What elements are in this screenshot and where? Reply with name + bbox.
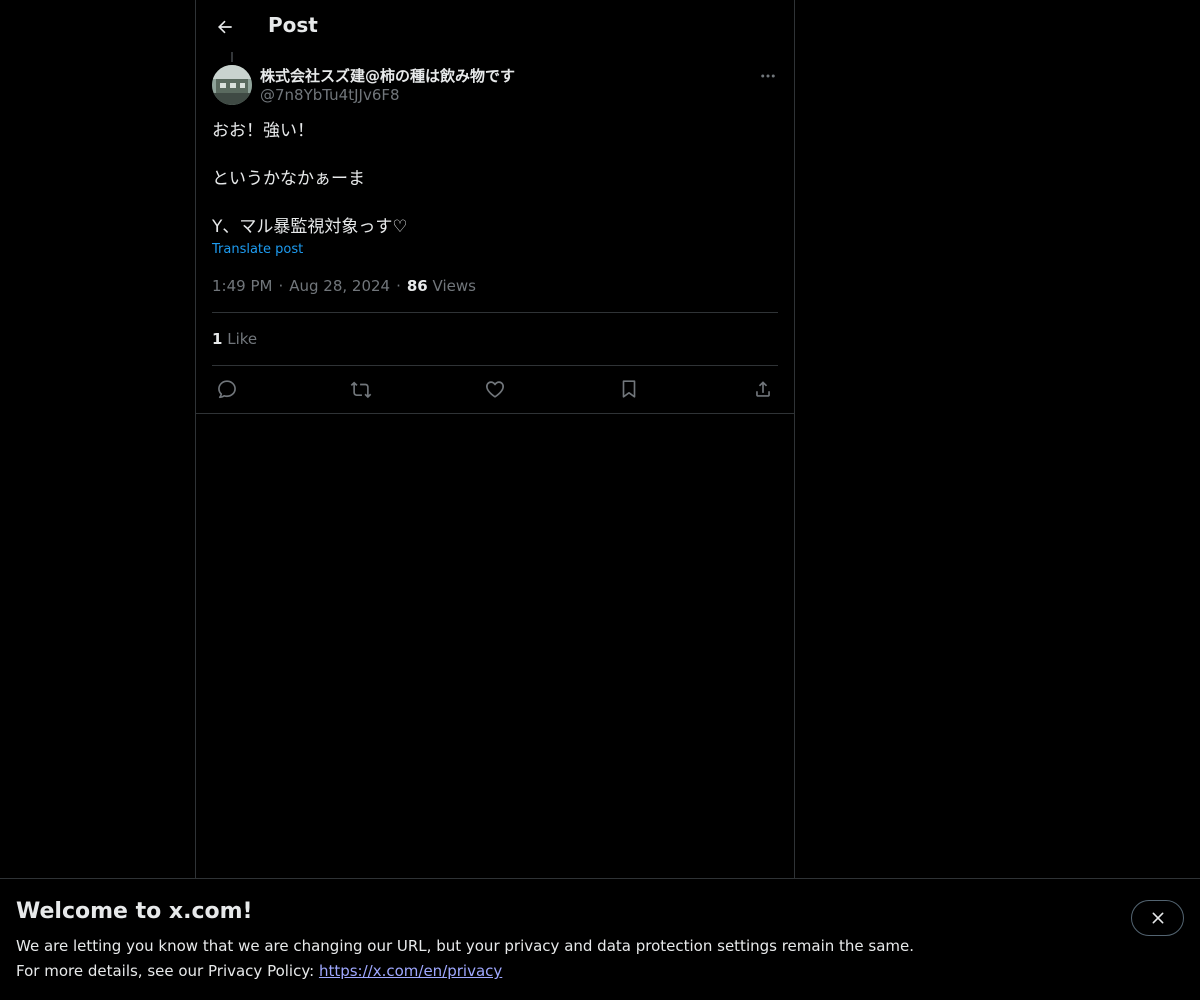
more-horizontal-icon xyxy=(761,74,775,78)
repost-button[interactable] xyxy=(346,374,376,404)
post-text-line: Y、マル暴監視対象っす♡ xyxy=(212,217,408,237)
share-icon xyxy=(756,381,770,397)
reply-button[interactable] xyxy=(212,374,242,404)
action-bar xyxy=(212,374,778,404)
author-handle[interactable]: @7n8YbTu4tJJv6F8 xyxy=(260,86,400,104)
post-text: おお！強い！ というかなかぁーま Y、マル暴監視対象っす♡ xyxy=(212,119,778,239)
separator-dot: · xyxy=(396,277,401,295)
welcome-banner: Welcome to x.com! We are letting you kno… xyxy=(0,878,1200,1000)
likes-label: Like xyxy=(227,330,258,348)
banner-privacy-prefix: For more details, see our Privacy Policy… xyxy=(16,962,319,980)
views-count: 86 xyxy=(406,277,428,295)
divider xyxy=(212,312,778,313)
post-text-line: おお！強い！ xyxy=(212,121,314,141)
views-label: Views xyxy=(432,277,476,295)
repost-icon xyxy=(350,381,372,399)
banner-message: We are letting you know that we are chan… xyxy=(16,937,915,955)
author-display-name[interactable]: 株式会社スズ建@柿の種は飲み物です xyxy=(260,65,515,86)
banner-privacy-line: For more details, see our Privacy Policy… xyxy=(16,962,502,980)
main-column: Post 株式会社スズ建@柿の種は飲み物です @7n8YbTu4tJJv6F8 … xyxy=(195,0,795,1000)
post-bottom-border xyxy=(196,413,794,414)
like-icon xyxy=(486,381,504,398)
divider xyxy=(212,365,778,366)
bookmark-button[interactable] xyxy=(614,374,644,404)
banner-close-button[interactable] xyxy=(1131,900,1184,936)
more-options-button[interactable] xyxy=(754,62,782,90)
banner-title: Welcome to x.com! xyxy=(16,899,253,924)
close-icon xyxy=(1152,912,1163,924)
bookmark-icon xyxy=(622,380,636,398)
thread-connector-line xyxy=(231,52,233,62)
arrow-left-icon xyxy=(218,20,232,34)
post-date[interactable]: Aug 28, 2024 xyxy=(289,277,390,295)
separator-dot: · xyxy=(278,277,284,295)
back-button[interactable] xyxy=(208,10,242,44)
page-title: Post xyxy=(268,13,318,37)
privacy-policy-link[interactable]: https://x.com/en/privacy xyxy=(319,962,502,980)
like-button[interactable] xyxy=(480,374,510,404)
post-text-line: というかなかぁーま xyxy=(212,169,365,189)
page-header: Post xyxy=(196,0,794,54)
reply-icon xyxy=(218,380,236,399)
likes-count: 1 xyxy=(212,330,223,348)
post-time[interactable]: 1:49 PM xyxy=(212,277,272,295)
share-button[interactable] xyxy=(748,374,778,404)
avatar[interactable] xyxy=(212,65,252,105)
translate-post-link[interactable]: Translate post xyxy=(212,242,303,257)
likes-row[interactable]: 1 Like xyxy=(212,330,257,348)
post-metadata: 1:49 PM · Aug 28, 2024 · 86 Views xyxy=(212,277,476,295)
avatar-image-icon xyxy=(212,65,252,105)
